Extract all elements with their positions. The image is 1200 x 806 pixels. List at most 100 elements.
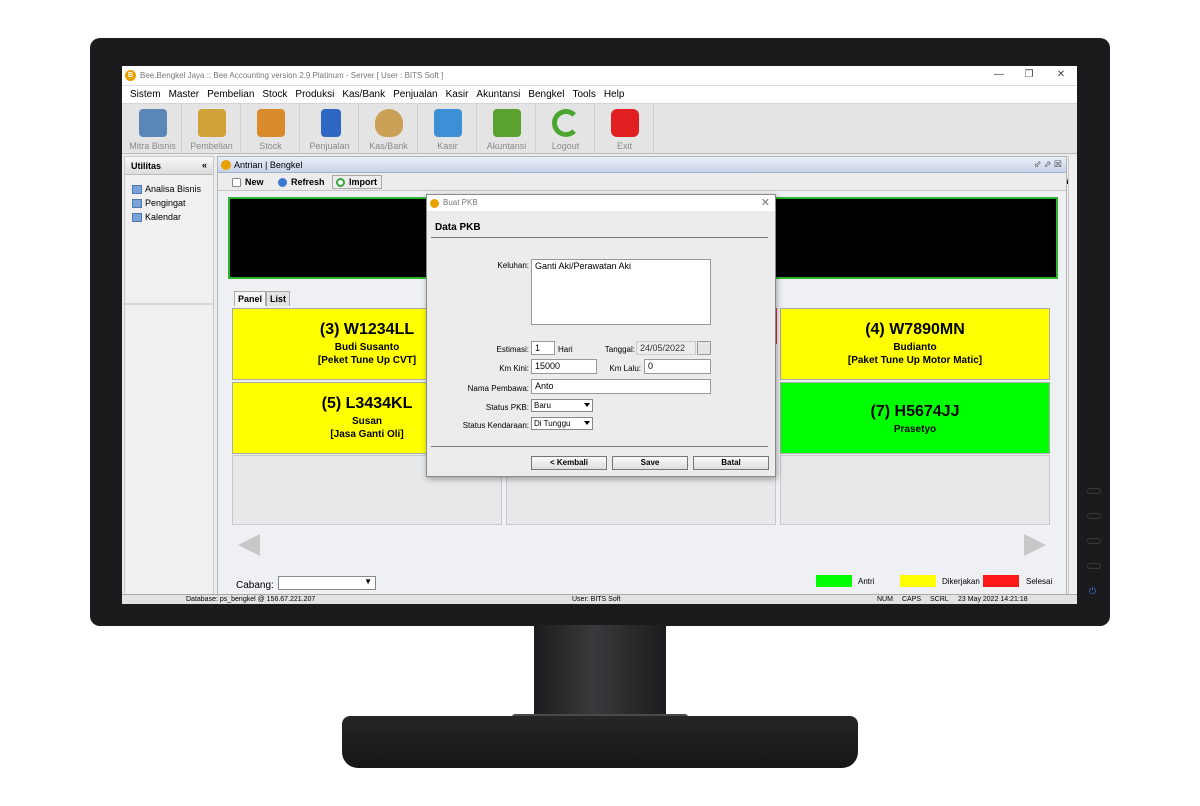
sidebar-item-kalendar[interactable]: Kalendar (132, 212, 181, 222)
menu-akuntansi[interactable]: Akuntansi (472, 89, 524, 100)
status-bar: Database: ps_bengkel @ 156.67.221.207 Us… (122, 594, 1077, 604)
status-user: User: BITS Soft (572, 596, 621, 603)
status-datetime: 23 May 2022 14:21:18 (958, 596, 1028, 603)
status-kendaraan-select[interactable]: Di Tunggu (531, 417, 593, 430)
menu-kas-bank[interactable]: Kas/Bank (338, 89, 389, 100)
dialog-divider (431, 446, 768, 447)
toolbar-mitra-bisnis-button[interactable]: Mitra Bisnis (124, 104, 182, 154)
buat-pkb-dialog: Buat PKB ✕ Data PKB Keluhan: Ganti Aki/P… (426, 194, 776, 477)
toolbar-label: Mitra Bisnis (129, 141, 176, 151)
monitor-power-icon: ⏻ (1089, 586, 1097, 596)
menu-kasir[interactable]: Kasir (442, 89, 473, 100)
tanggal-input[interactable]: 24/05/2022 (636, 341, 696, 355)
menu-stock[interactable]: Stock (258, 89, 291, 100)
menu-bar: Sistem Master Pembelian Stock Produksi K… (122, 86, 1077, 104)
sidebar-title: Utilitas (131, 161, 162, 171)
sidebar-item-analisa-bisnis[interactable]: Analisa Bisnis (132, 184, 201, 194)
monitor-stand-base (342, 716, 858, 768)
panel-title: Antrian | Bengkel (234, 160, 303, 170)
close-button[interactable]: ✕ (1054, 69, 1068, 80)
minimize-button[interactable]: — (992, 69, 1006, 80)
tab-list[interactable]: List (266, 291, 291, 306)
new-button[interactable]: New (228, 175, 269, 189)
estimasi-unit: Hari (558, 345, 573, 354)
cart-icon (434, 109, 462, 137)
toolbar-label: Kas/Bank (369, 141, 408, 151)
maximize-button[interactable]: ❐ (1022, 69, 1036, 80)
panel-logo-icon (221, 160, 231, 170)
legend-label: Antri (858, 577, 875, 586)
status-kendaraan-label: Status Kendaraan: (462, 421, 529, 430)
prev-page-arrow-icon[interactable] (238, 534, 260, 556)
estimasi-input[interactable]: 1 (531, 341, 555, 355)
panel-window-controls[interactable]: ⬃ ⬀ ☒ (1034, 159, 1062, 170)
next-page-arrow-icon[interactable] (1024, 534, 1046, 556)
queue-card[interactable]: (4) W7890MN Budianto [Paket Tune Up Moto… (780, 308, 1050, 380)
legend-swatch-antri (816, 575, 852, 587)
import-button-label: Import (349, 177, 377, 187)
toolbar-exit-button[interactable]: Exit (596, 104, 654, 154)
refresh-icon (278, 178, 287, 187)
card-customer: Prasetyo (893, 424, 937, 435)
card-plate: (7) H5674JJ (870, 403, 960, 420)
back-button[interactable]: < Kembali (531, 456, 607, 470)
import-button[interactable]: Import (332, 175, 382, 189)
menu-tools[interactable]: Tools (568, 89, 599, 100)
pembawa-input[interactable]: Anto (531, 379, 711, 394)
tab-panel[interactable]: Panel (234, 291, 267, 306)
queue-card[interactable]: (7) H5674JJ Prasetyo (780, 382, 1050, 454)
status-pkb-select[interactable]: Baru (531, 399, 593, 412)
chevron-down-icon (584, 421, 590, 425)
menu-bengkel[interactable]: Bengkel (524, 89, 568, 100)
save-button[interactable]: Save (612, 456, 688, 470)
calendar-picker-icon[interactable] (697, 341, 711, 355)
legend-label: Dikerjakan (942, 577, 980, 586)
panel-header: Antrian | Bengkel ⬃ ⬀ ☒ (218, 157, 1066, 173)
menu-sistem[interactable]: Sistem (126, 89, 165, 100)
km-lalu-input[interactable]: 0 (644, 359, 711, 374)
cabang-select[interactable]: ▼ (278, 576, 376, 590)
toolbar-penjualan-button[interactable]: Penjualan (301, 104, 359, 154)
dialog-title-bar: Buat PKB ✕ (427, 195, 775, 211)
toolbar-akuntansi-button[interactable]: Akuntansi (478, 104, 536, 154)
cabang-label: Cabang: (236, 580, 274, 591)
menu-master[interactable]: Master (165, 89, 204, 100)
toolbar-pembelian-button[interactable]: Pembelian (183, 104, 241, 154)
status-kendaraan-value: Di Tunggu (534, 419, 571, 428)
km-kini-input[interactable]: 15000 (531, 359, 597, 374)
status-caps: CAPS (902, 596, 922, 603)
sidebar-divider (125, 303, 213, 305)
toolbar-stock-button[interactable]: Stock (242, 104, 300, 154)
dialog-divider (431, 237, 768, 238)
toolbar-kasir-button[interactable]: Kasir (419, 104, 477, 154)
monitor-button (1087, 563, 1101, 569)
refresh-button[interactable]: Refresh (274, 175, 330, 189)
status-pkb-value: Baru (534, 401, 551, 410)
toolbar: Mitra Bisnis Pembelian Stock Penjualan K… (122, 104, 1077, 187)
vertical-scrollbar[interactable] (1068, 156, 1077, 596)
empty-slot (780, 455, 1050, 525)
sidebar-collapse-icon[interactable]: « (202, 160, 207, 170)
legend-swatch-selesai (983, 575, 1019, 587)
legend-label: Selesai (1026, 577, 1053, 586)
cancel-button[interactable]: Batal (693, 456, 769, 470)
toolbar-logout-button[interactable]: Logout (537, 104, 595, 154)
chevron-down-icon (584, 403, 590, 407)
menu-help[interactable]: Help (600, 89, 629, 100)
card-customer: Budianto (893, 342, 937, 353)
toolbar-kas-bank-button[interactable]: Kas/Bank (360, 104, 418, 154)
menu-penjualan[interactable]: Penjualan (389, 89, 441, 100)
menu-produksi[interactable]: Produksi (291, 89, 338, 100)
sidebar-item-pengingat[interactable]: Pengingat (132, 198, 186, 208)
dialog-close-button[interactable]: ✕ (761, 196, 770, 209)
app-logo-icon: B (125, 70, 136, 81)
logout-icon (552, 109, 580, 137)
card-service: [Paket Tune Up Motor Matic] (847, 355, 983, 366)
status-scrl: SCRL (930, 596, 949, 603)
keluhan-textarea[interactable]: Ganti Aki/Perawatan Aki (531, 259, 711, 325)
dialog-section-title: Data PKB (435, 222, 481, 233)
menu-pembelian[interactable]: Pembelian (203, 89, 258, 100)
calendar-icon (132, 212, 142, 222)
km-kini-label: Km Kini: (499, 364, 529, 373)
sidebar-item-label: Analisa Bisnis (145, 184, 202, 194)
